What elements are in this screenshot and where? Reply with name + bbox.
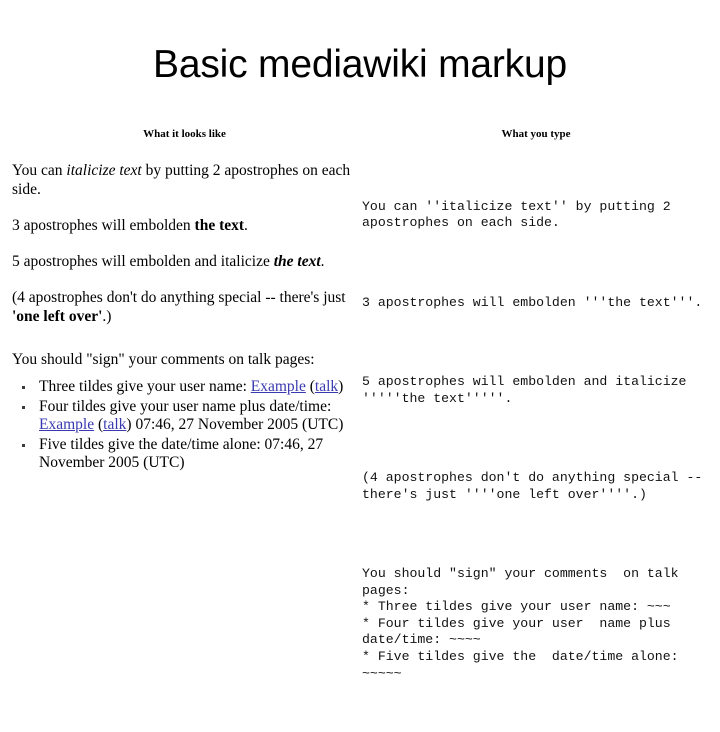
right-column-header: What you type xyxy=(501,128,571,140)
list-item: Four tildes give your user name plus dat… xyxy=(12,398,357,435)
rendered-output-body: You can italicize text by putting 2 apos… xyxy=(12,161,357,473)
rendered-four-apostrophes-line: (4 apostrophes don't do anything special… xyxy=(12,288,357,326)
source-signature-block: You should "sign" your comments on talk … xyxy=(362,566,679,681)
bold-line-strong: the text xyxy=(194,217,245,234)
five-tildes-text: Five tildes give the date/time alone: 07… xyxy=(39,435,324,472)
three-tildes-open-paren: ( xyxy=(305,378,315,395)
four-apostrophes-strong: 'one left over' xyxy=(12,308,103,325)
source-four-apostrophes-block: (4 apostrophes don't do anything special… xyxy=(362,470,711,502)
bold-italic-line-post: . xyxy=(320,253,325,270)
user-link-example[interactable]: Example xyxy=(251,378,306,395)
four-apostrophes-pre: (4 apostrophes don't do anything special… xyxy=(12,289,346,306)
bold-line-pre: 3 apostrophes will embolden xyxy=(12,217,195,234)
three-tildes-close-paren: ) xyxy=(338,378,344,395)
user-link-example[interactable]: Example xyxy=(39,416,94,433)
source-bold-block: 3 apostrophes will embolden '''the text'… xyxy=(362,294,703,310)
rendered-bold-line: 3 apostrophes will embolden the text. xyxy=(12,216,357,235)
four-tildes-pre: Four tildes give your user name plus dat… xyxy=(39,397,332,415)
rendered-sign-line: You should "sign" your comments on talk … xyxy=(12,351,315,368)
rendered-bold-italic-line: 5 apostrophes will embolden and italiciz… xyxy=(12,252,357,271)
rendered-italic-line: You can italicize text by putting 2 apos… xyxy=(12,161,357,199)
bold-line-post: . xyxy=(244,217,248,234)
bold-italic-line-strong-em: the text xyxy=(273,253,321,270)
wikitext-source-column: What you type You can ''italicize text''… xyxy=(362,128,710,732)
three-tildes-pre: Three tildes give your user name: xyxy=(39,378,251,395)
four-apostrophes-post: .) xyxy=(102,308,112,325)
signature-bullet-list: Three tildes give your user name: Exampl… xyxy=(12,378,357,473)
left-column-header: What it looks like xyxy=(143,128,226,140)
source-italic-block: You can ''italicize text'' by putting 2 … xyxy=(362,198,679,231)
rendered-output-column: What it looks like You can italicize tex… xyxy=(12,128,357,474)
list-item: Three tildes give your user name: Exampl… xyxy=(12,378,357,397)
bold-italic-line-pre: 5 apostrophes will embolden and italiciz… xyxy=(12,253,274,270)
source-bold-italic-block: 5 apostrophes will embolden and italiciz… xyxy=(362,374,695,406)
page-title: Basic mediawiki markup xyxy=(153,43,567,86)
four-tildes-timestamp: 07:46, 27 November 2005 (UTC) xyxy=(135,416,344,433)
talk-link[interactable]: talk xyxy=(103,416,126,433)
slide-root: { "slide": { "title": "Basic mediawiki m… xyxy=(0,0,720,681)
talk-link[interactable]: talk xyxy=(315,378,338,395)
list-item: Five tildes give the date/time alone: 07… xyxy=(12,436,357,473)
wikitext-source-body: You can ''italicize text'' by putting 2 … xyxy=(362,149,710,732)
italic-line-emphasis: italicize text xyxy=(66,162,142,179)
italic-line-pre: You can xyxy=(12,162,67,179)
four-tildes-open-paren: ( xyxy=(94,416,104,433)
